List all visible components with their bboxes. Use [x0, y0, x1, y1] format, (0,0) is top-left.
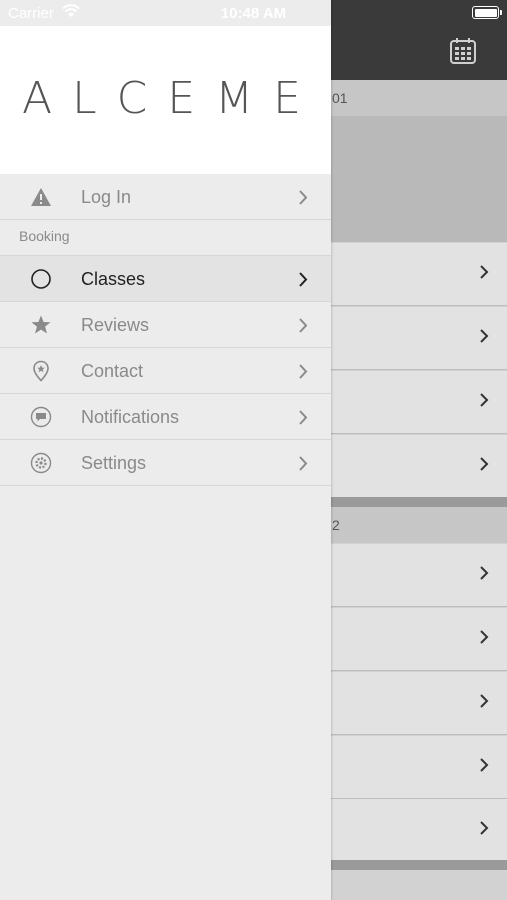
- section-header-2: 2: [330, 507, 507, 543]
- divider-strip: [330, 497, 507, 507]
- calendar-icon[interactable]: [449, 37, 477, 65]
- section-header-1: 01: [330, 80, 507, 116]
- chevron-right-icon: [480, 265, 489, 279]
- status-bar: Carrier 10:48 AM: [0, 0, 507, 26]
- gear-icon: [30, 452, 52, 474]
- chevron-right-icon: [480, 457, 489, 471]
- chat-bubble-icon: [30, 406, 52, 428]
- chevron-right-icon: [480, 393, 489, 407]
- chevron-right-icon: [299, 456, 308, 471]
- chevron-right-icon: [299, 190, 308, 205]
- side-drawer: ALCEME Log In Booking Classes Reviews Co…: [0, 0, 331, 900]
- logo-area: ALCEME: [0, 26, 331, 174]
- circle-icon: [31, 269, 51, 289]
- brand-logo: ALCEME: [22, 73, 321, 124]
- menu-item-label: Settings: [81, 453, 147, 473]
- menu-item-classes[interactable]: Classes: [0, 256, 331, 302]
- chevron-right-icon: [299, 410, 308, 425]
- class-row[interactable]: [330, 799, 507, 862]
- menu-item-reviews[interactable]: Reviews: [0, 302, 331, 348]
- chevron-right-icon: [299, 272, 308, 287]
- location-pin-icon: [33, 360, 49, 382]
- menu-item-label: Notifications: [81, 407, 180, 427]
- menu-item-settings[interactable]: Settings: [0, 440, 331, 486]
- drawer-menu: Log In Booking Classes Reviews Contact N…: [0, 174, 331, 486]
- class-row[interactable]: [330, 307, 507, 370]
- chevron-right-icon: [480, 694, 489, 708]
- menu-item-label: Reviews: [81, 315, 150, 335]
- clock: 10:48 AM: [220, 5, 287, 22]
- menu-item-label: Classes: [81, 269, 146, 289]
- menu-item-label: Contact: [81, 361, 144, 381]
- divider-strip: [330, 860, 507, 870]
- star-icon: [31, 315, 51, 334]
- chevron-right-icon: [480, 566, 489, 580]
- warning-icon: [31, 188, 51, 206]
- class-image: [330, 116, 507, 242]
- chevron-right-icon: [480, 821, 489, 835]
- menu-item-contact[interactable]: Contact: [0, 348, 331, 394]
- menu-item-login[interactable]: Log In: [0, 174, 331, 220]
- class-row[interactable]: [330, 672, 507, 735]
- class-row[interactable]: [330, 544, 507, 607]
- chevron-right-icon: [480, 758, 489, 772]
- class-row[interactable]: [330, 371, 507, 434]
- menu-item-label: Log In: [81, 187, 132, 207]
- battery-icon: [472, 6, 502, 19]
- section-header-booking: Booking: [0, 220, 331, 256]
- class-row[interactable]: [330, 243, 507, 306]
- menu-item-notifications[interactable]: Notifications: [0, 394, 331, 440]
- chevron-right-icon: [299, 318, 308, 333]
- class-row[interactable]: [330, 736, 507, 799]
- class-row[interactable]: [330, 435, 507, 498]
- class-row[interactable]: [330, 608, 507, 671]
- chevron-right-icon: [480, 329, 489, 343]
- chevron-right-icon: [299, 364, 308, 379]
- chevron-right-icon: [480, 630, 489, 644]
